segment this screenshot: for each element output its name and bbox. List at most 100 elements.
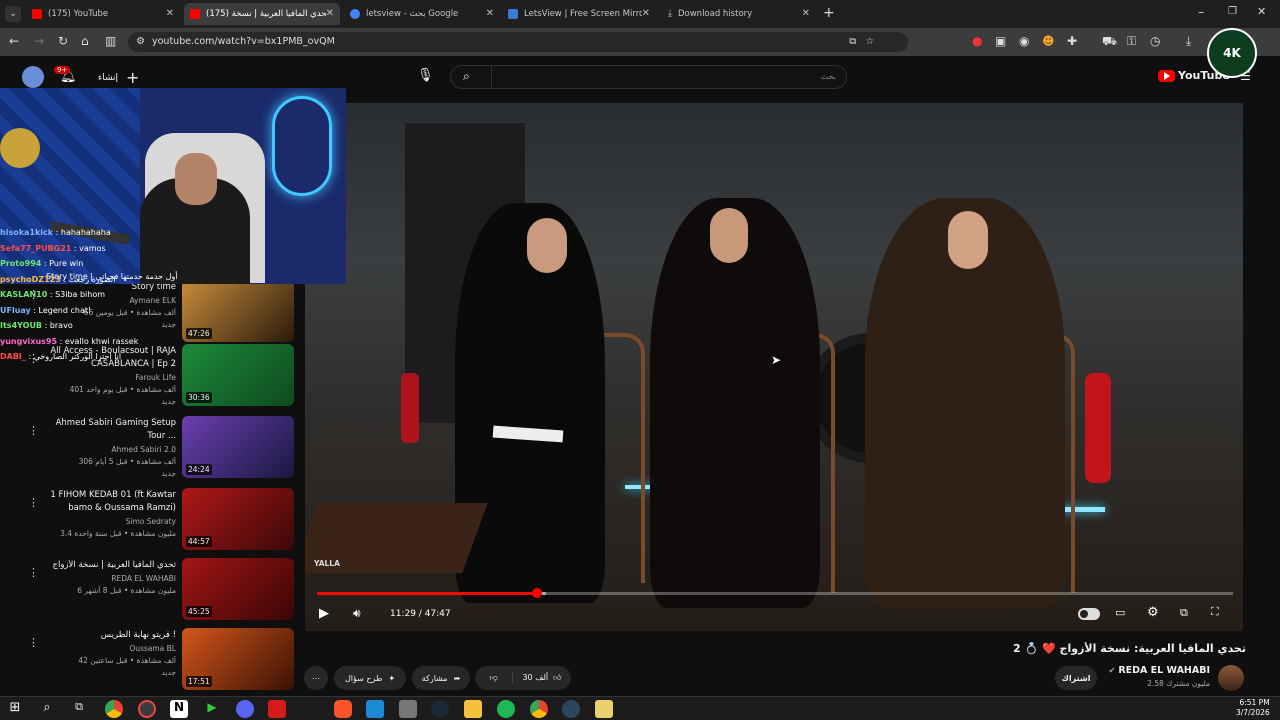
brave-icon[interactable] bbox=[334, 700, 352, 718]
passwords-key-icon[interactable]: ⚿ bbox=[1127, 34, 1136, 49]
task-view-icon[interactable]: ⧉ bbox=[70, 700, 88, 718]
notepad-icon[interactable] bbox=[595, 700, 613, 718]
more-actions-button[interactable]: ⋯ bbox=[304, 666, 328, 690]
edge-icon[interactable] bbox=[366, 700, 384, 718]
tab-letsview[interactable]: LetsView | Free Screen Mirrorin✕ bbox=[502, 3, 656, 25]
forward-icon[interactable]: → bbox=[34, 34, 44, 48]
volume-icon[interactable]: 🔊︎ bbox=[353, 606, 361, 621]
recommendation-title[interactable]: Ahmed Sabiri Gaming Setup bbox=[26, 418, 176, 428]
recommendation-title[interactable]: تحدي المافيا العربية | نسخة الأزواج bbox=[26, 560, 176, 570]
recommendation-channel[interactable]: Simo Sedraty bbox=[36, 517, 176, 526]
share-button[interactable]: مشاركة ➦ bbox=[412, 666, 470, 690]
recommendation-channel[interactable]: REDA EL WAHABI bbox=[36, 574, 176, 583]
video-player[interactable]: YALLA ➤ ▶ 🔊︎ 11:29 / 47:47 ▭ ⚙ ⧉ ⛶ bbox=[305, 103, 1243, 631]
tab-downloads[interactable]: ⤓ Download history ✕ bbox=[662, 3, 816, 25]
close-tab-icon[interactable]: ✕ bbox=[486, 8, 494, 19]
file-explorer-icon[interactable] bbox=[464, 700, 482, 718]
recommendation-item[interactable]: 44:57 1 FIHOM KEDAB 01 (ft Kawtar bamo & O… bbox=[0, 488, 300, 550]
recommendation-title-line2[interactable]: Tour ... bbox=[26, 431, 176, 441]
close-tab-icon[interactable]: ✕ bbox=[166, 8, 174, 19]
scrubber-handle[interactable] bbox=[531, 588, 542, 598]
close-tab-icon[interactable]: ✕ bbox=[326, 8, 334, 19]
sidebar-icon[interactable]: ▥ bbox=[105, 34, 116, 48]
search-input[interactable]: بحث bbox=[491, 66, 846, 88]
recommendation-channel[interactable]: Ahmed Sabiri 2.0 bbox=[36, 445, 176, 454]
channel-avatar[interactable] bbox=[1218, 665, 1244, 691]
extension-record-icon[interactable]: ● bbox=[972, 34, 982, 48]
media-player-icon[interactable]: ▶ bbox=[203, 700, 221, 718]
like-button[interactable]: 30 ألف 👍︎ bbox=[513, 673, 571, 683]
downloads-icon[interactable]: ⤓ bbox=[1186, 34, 1191, 49]
extension-screen-icon[interactable]: ▣ bbox=[995, 34, 1006, 48]
voice-search-icon[interactable]: 🎙︎ bbox=[417, 68, 434, 83]
streamer-avatar-icon[interactable] bbox=[22, 66, 44, 88]
channel-name[interactable]: ✔ REDA EL WAHABI bbox=[1100, 665, 1210, 676]
windows-start-icon[interactable]: ⊞ bbox=[6, 700, 24, 718]
install-icon[interactable]: ⧉ bbox=[849, 32, 856, 52]
recommendation-title[interactable]: فريتو نهاية الطريس ! bbox=[26, 630, 176, 640]
progress-bar[interactable] bbox=[317, 588, 1233, 598]
bookmark-star-icon[interactable]: ☆ bbox=[865, 32, 874, 52]
subscribe-button[interactable]: اشتراك bbox=[1055, 666, 1097, 690]
more-options-icon[interactable]: ⋮ bbox=[28, 496, 39, 509]
recommendation-item[interactable]: 45:25 تحدي المافيا العربية | نسخة الأزواج… bbox=[0, 558, 300, 620]
extension-game-icon[interactable]: ◉ bbox=[1019, 34, 1029, 48]
video-thumbnail[interactable]: 24:24 bbox=[182, 416, 294, 478]
video-thumbnail[interactable]: 30:36 bbox=[182, 344, 294, 406]
create-button[interactable]: إنشاء + bbox=[98, 68, 139, 87]
notion-icon[interactable]: N bbox=[170, 700, 188, 718]
acrobat-icon[interactable] bbox=[268, 700, 286, 718]
more-options-icon[interactable]: ⋮ bbox=[28, 566, 39, 579]
chrome-icon[interactable] bbox=[530, 700, 548, 718]
home-icon[interactable]: ⌂ bbox=[81, 34, 89, 48]
chrome-alt-icon[interactable] bbox=[138, 700, 156, 718]
extension-face-icon[interactable]: ☻ bbox=[1042, 34, 1055, 48]
search-icon[interactable]: ⌕ bbox=[463, 69, 470, 84]
back-icon[interactable]: ← bbox=[9, 34, 19, 48]
settings-gear-icon[interactable]: ⚙ bbox=[1147, 605, 1159, 620]
more-options-icon[interactable]: ⋮ bbox=[28, 424, 39, 437]
tab-google-search[interactable]: letsview - بحث Google ✕ bbox=[344, 3, 500, 25]
extension-car-icon[interactable]: ⛟ bbox=[1102, 34, 1117, 50]
address-bar[interactable]: ⚙ youtube.com/watch?v=bx1PMB_ovQM ⧉ ☆ bbox=[128, 32, 908, 52]
tab-youtube-home[interactable]: (175) YouTube ✕ bbox=[26, 3, 180, 25]
close-window-button[interactable]: ✕ bbox=[1257, 5, 1266, 18]
video-thumbnail[interactable]: 45:25 bbox=[182, 558, 294, 620]
recommendation-channel[interactable]: Oussama BL bbox=[36, 644, 176, 653]
dislike-button[interactable]: 👎︎ bbox=[475, 673, 513, 683]
recommendation-title-line2[interactable]: bamo & Oussama Ramzi) bbox=[26, 503, 176, 513]
fullscreen-icon[interactable]: ⛶ bbox=[1211, 605, 1219, 619]
ask-button[interactable]: طرح سؤال ✦ bbox=[334, 666, 406, 690]
reload-icon[interactable]: ↻ bbox=[58, 34, 68, 48]
close-tab-icon[interactable]: ✕ bbox=[802, 8, 810, 19]
close-tab-icon[interactable]: ✕ bbox=[642, 8, 650, 19]
video-thumbnail[interactable]: 47:26 bbox=[182, 280, 294, 342]
steam-icon[interactable] bbox=[431, 700, 449, 718]
extensions-puzzle-icon[interactable]: ✚ bbox=[1067, 34, 1077, 48]
autoplay-toggle[interactable] bbox=[1078, 608, 1100, 620]
recommendation-channel[interactable]: Farouk Life bbox=[36, 373, 176, 382]
restore-button[interactable]: ❐ bbox=[1228, 6, 1237, 17]
more-options-icon[interactable]: ⋮ bbox=[28, 636, 39, 649]
play-button-icon[interactable]: ▶ bbox=[319, 606, 329, 621]
clock[interactable]: 6:51 PM 3/7/2026 bbox=[1236, 698, 1270, 718]
minimize-button[interactable]: – bbox=[1198, 5, 1204, 19]
recommendation-item[interactable]: 17:51 فريتو نهاية الطريس ! Oussama BL 42 أل… bbox=[0, 628, 300, 690]
video-thumbnail[interactable]: 17:51 bbox=[182, 628, 294, 690]
tab-search-icon[interactable]: ⌄ bbox=[5, 6, 21, 22]
history-icon[interactable]: ◷ bbox=[1150, 34, 1160, 48]
spotify-icon[interactable] bbox=[497, 700, 515, 718]
miniplayer-icon[interactable]: ⧉ bbox=[1180, 606, 1188, 620]
chrome-icon[interactable] bbox=[105, 700, 123, 718]
recommendation-title[interactable]: 1 FIHOM KEDAB 01 (ft Kawtar bbox=[26, 490, 176, 500]
discord-icon[interactable] bbox=[236, 700, 254, 718]
steam-icon[interactable] bbox=[562, 700, 580, 718]
tab-current-video[interactable]: تحدي المافيا العربية | نسخة (175) ✕ bbox=[184, 3, 340, 25]
video-thumbnail[interactable]: 44:57 bbox=[182, 488, 294, 550]
new-tab-button[interactable]: + bbox=[823, 5, 835, 21]
site-info-icon[interactable]: ⚙ bbox=[136, 32, 145, 52]
recommendation-item[interactable]: 24:24 Ahmed Sabiri Gaming Setup Tour ... Ah… bbox=[0, 416, 300, 478]
subtitles-icon[interactable]: ▭ bbox=[1115, 606, 1125, 619]
search-icon[interactable]: ⌕ bbox=[38, 700, 56, 718]
app-icon[interactable] bbox=[399, 700, 417, 718]
